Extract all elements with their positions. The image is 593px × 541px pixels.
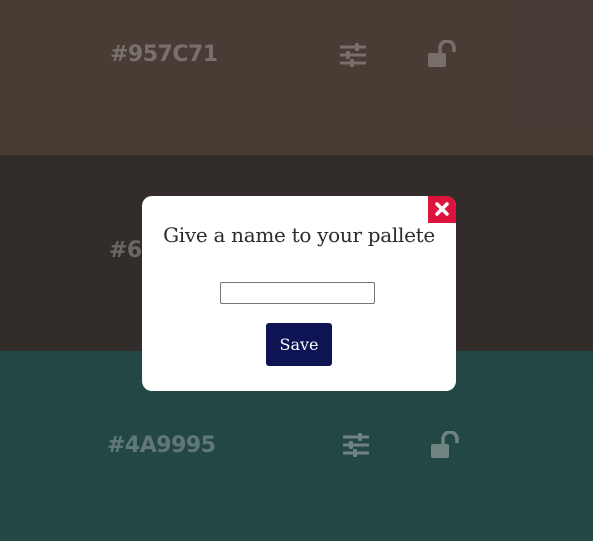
save-button[interactable]: Save bbox=[266, 323, 332, 366]
close-button[interactable] bbox=[428, 196, 456, 223]
dialog-title: Give a name to your pallete bbox=[163, 223, 435, 247]
palette-name-input[interactable] bbox=[220, 282, 375, 304]
close-icon bbox=[435, 202, 449, 216]
name-palette-dialog: Give a name to your pallete Save bbox=[142, 196, 456, 391]
